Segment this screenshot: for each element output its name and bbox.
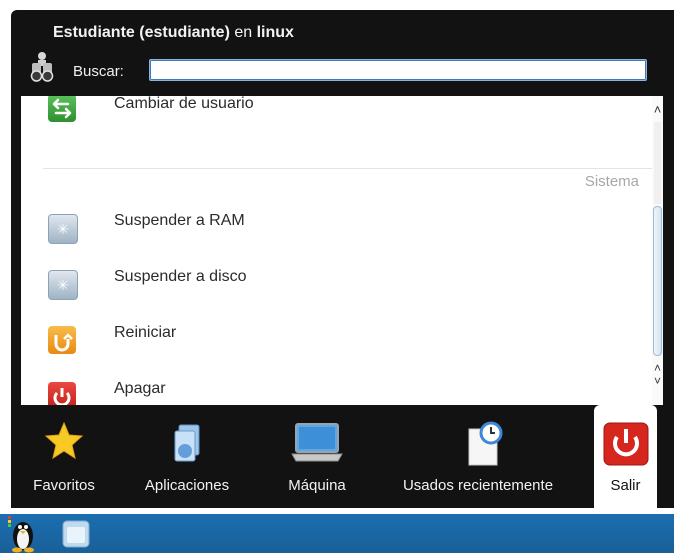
- scroll-thumb[interactable]: [653, 206, 662, 356]
- search-label: Buscar:: [73, 63, 124, 80]
- switch-user-icon: [48, 96, 76, 122]
- tab-label: Aplicaciones: [144, 477, 230, 494]
- power-icon: [48, 382, 76, 405]
- tab-label: Favoritos: [33, 477, 95, 494]
- list-item-switch-user[interactable]: Cambiar de usuario: [21, 96, 651, 128]
- taskbar: [0, 514, 674, 553]
- list-item-shutdown[interactable]: Apagar: [21, 370, 651, 405]
- tab-usados-recientemente[interactable]: Usados recientemente: [373, 405, 583, 508]
- tab-aplicaciones[interactable]: Aplicaciones: [117, 405, 257, 508]
- leave-options-list: Cambiar de usuario Sistema ✳ Suspender a…: [21, 96, 663, 405]
- list-item-label: Apagar: [114, 380, 166, 397]
- tab-maquina[interactable]: Máquina: [267, 405, 367, 508]
- list-item-label: Suspender a disco: [114, 268, 247, 285]
- power-icon: [602, 421, 650, 472]
- session-connector: en: [234, 24, 253, 41]
- scroll-up-down-arrow-icon[interactable]: ˄ ˅: [652, 362, 663, 392]
- suspend-icon: ✳: [48, 214, 78, 244]
- tab-favoritos[interactable]: Favoritos: [11, 405, 117, 508]
- section-divider: [43, 168, 653, 169]
- section-header-sistema: Sistema: [584, 173, 639, 190]
- list-item-label: Reiniciar: [114, 324, 177, 341]
- start-menu-penguin-icon[interactable]: [8, 514, 36, 553]
- tab-salir[interactable]: Salir: [594, 405, 657, 508]
- binoculars-icon: [27, 50, 57, 84]
- tab-label: Salir: [610, 477, 641, 494]
- file-manager-icon[interactable]: [60, 518, 92, 550]
- scroll-track[interactable]: [654, 122, 661, 204]
- tab-label: Usados recientemente: [402, 477, 554, 494]
- application-launcher: Estudiante (estudiante) en linux Buscar:…: [11, 10, 674, 508]
- computer-icon: [290, 421, 344, 468]
- applications-icon: [167, 421, 207, 470]
- restart-icon: [48, 326, 76, 354]
- category-tabs: Favoritos Aplicaciones Máquina Usados re…: [11, 405, 674, 508]
- scroll-up-arrow-icon[interactable]: ˄: [652, 102, 663, 118]
- list-item-suspend-ram[interactable]: ✳ Suspender a RAM: [21, 202, 651, 248]
- list-item-label: Suspender a RAM: [114, 212, 245, 229]
- list-item-restart[interactable]: Reiniciar: [21, 314, 651, 360]
- list-item-suspend-disk[interactable]: ✳ Suspender a disco: [21, 258, 651, 304]
- search-input[interactable]: [149, 59, 647, 81]
- recent-documents-icon: [463, 421, 505, 472]
- list-item-label: Cambiar de usuario: [114, 96, 254, 112]
- host-name: linux: [256, 24, 294, 41]
- vertical-scrollbar[interactable]: ˄ ˄ ˅: [652, 96, 663, 405]
- svg-text:✳: ✳: [57, 222, 69, 238]
- tab-label: Máquina: [288, 477, 346, 494]
- suspend-icon: ✳: [48, 270, 78, 300]
- svg-text:✳: ✳: [57, 278, 69, 294]
- star-icon: [44, 421, 84, 466]
- session-title: Estudiante (estudiante) en linux: [53, 24, 294, 42]
- user-name: Estudiante (estudiante): [53, 24, 230, 41]
